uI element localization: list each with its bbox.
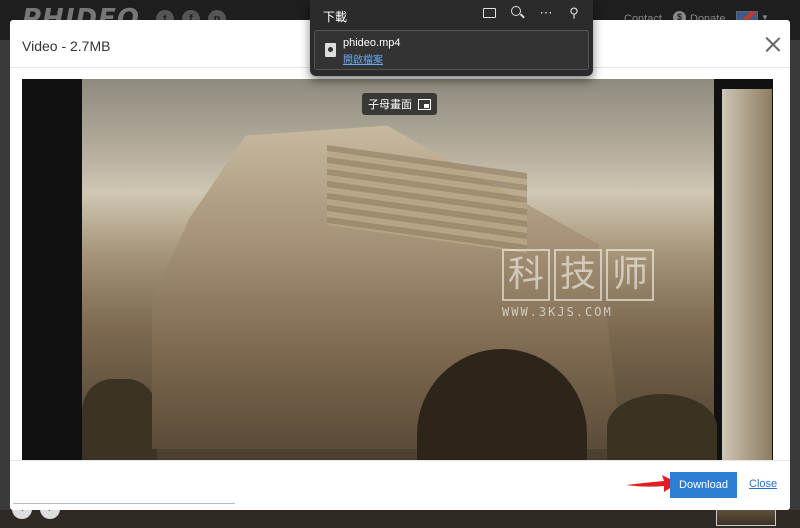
download-item[interactable]: phideo.mp4 開啟檔案 — [314, 30, 589, 70]
more-icon[interactable]: ⋯ — [539, 6, 553, 20]
pin-icon[interactable]: ⚲ — [567, 6, 581, 20]
download-filename: phideo.mp4 — [343, 37, 401, 49]
watermark-char: 师 — [606, 249, 654, 301]
watermark: 科 技 师 WWW.3KJS.COM — [502, 249, 662, 319]
watermark-char: 科 — [502, 249, 550, 301]
watermark-char: 技 — [554, 249, 602, 301]
downloads-title: 下載 — [323, 10, 348, 24]
picture-in-picture-icon — [418, 98, 431, 110]
watermark-url: WWW.3KJS.COM — [502, 305, 613, 319]
video-scene-column — [722, 89, 772, 460]
downloads-panel: 下載 ⋯ ⚲ phideo.mp4 開啟檔案 — [310, 0, 593, 76]
modal-title: Video - 2.7MB — [22, 38, 111, 54]
video-scene-trees — [607, 394, 717, 460]
video-file-icon — [325, 43, 336, 57]
divider — [10, 460, 790, 461]
video-player[interactable]: 子母畫面 科 技 师 WWW.3KJS.COM — [22, 79, 773, 460]
video-modal: Video - 2.7MB 子母畫面 科 技 师 WWW.3KJS.COM Do… — [10, 20, 790, 510]
pip-label: 子母畫面 — [368, 99, 412, 111]
page-background-bottom — [0, 510, 800, 528]
divider — [13, 503, 235, 504]
close-link[interactable]: Close — [749, 478, 777, 490]
folder-icon[interactable] — [483, 6, 497, 20]
video-scene-trees — [82, 379, 157, 460]
close-icon[interactable] — [762, 34, 784, 56]
open-file-link[interactable]: 開啟檔案 — [343, 51, 383, 66]
picture-in-picture-button[interactable]: 子母畫面 — [362, 93, 437, 115]
page-background-left — [0, 40, 10, 528]
search-icon[interactable] — [511, 6, 525, 20]
download-button[interactable]: Download — [670, 472, 737, 498]
page-background-right — [790, 40, 800, 528]
